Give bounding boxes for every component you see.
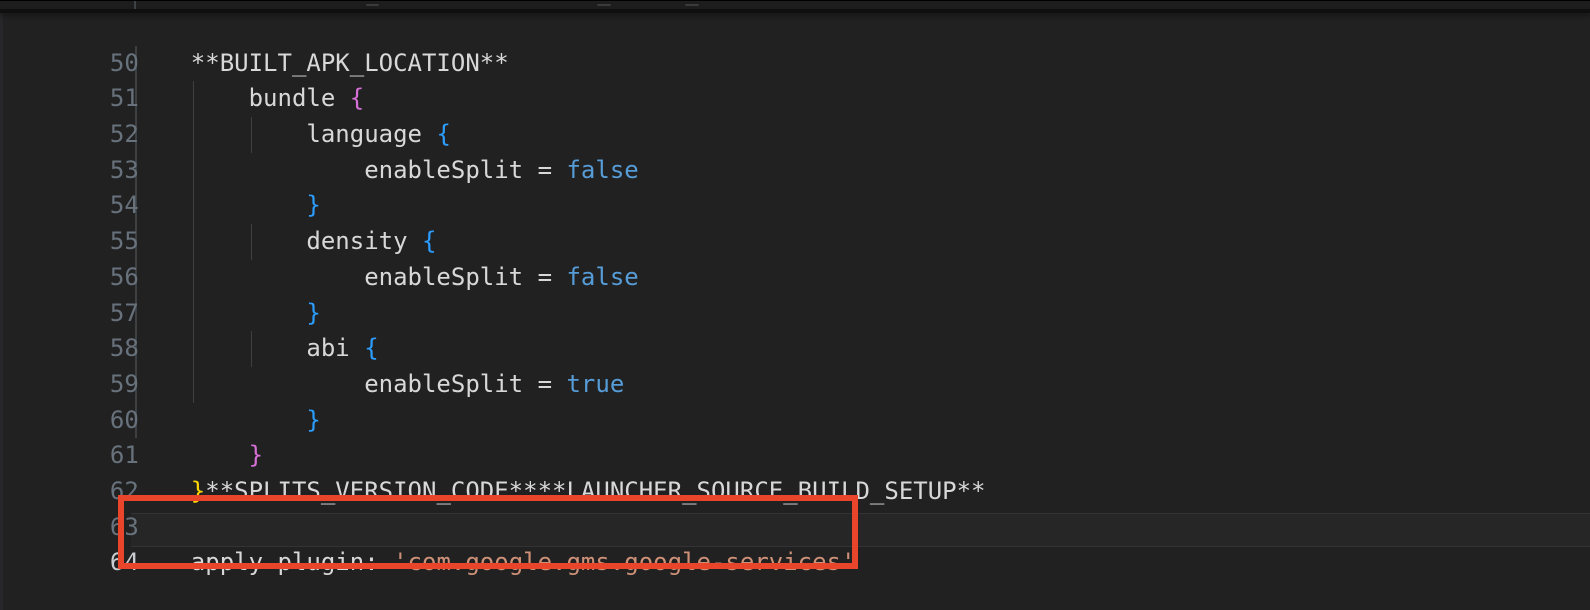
code-token: true bbox=[566, 370, 624, 398]
code-token: } bbox=[249, 441, 263, 469]
code-token: } bbox=[306, 299, 320, 327]
code-line-text[interactable]: bundle { bbox=[191, 81, 364, 117]
code-line-text[interactable]: density { bbox=[191, 224, 437, 260]
code-token: { bbox=[364, 334, 378, 362]
code-token: enableSplit = bbox=[191, 263, 567, 291]
line-number[interactable]: 57 bbox=[58, 296, 139, 332]
code-token: } bbox=[306, 191, 320, 219]
code-line-text[interactable]: language { bbox=[191, 117, 451, 153]
line-number[interactable]: 56 bbox=[58, 260, 139, 296]
code-token: abi bbox=[191, 334, 364, 362]
code-line[interactable]: 50**BUILT_APK_LOCATION** bbox=[0, 10, 1590, 46]
code-token: language bbox=[191, 120, 437, 148]
top-strip bbox=[0, 0, 1590, 9]
cropped-ui-artifact bbox=[366, 4, 379, 6]
code-line-text[interactable]: } bbox=[191, 296, 321, 332]
code-token bbox=[191, 191, 307, 219]
code-token: density bbox=[191, 227, 422, 255]
code-token: enableSplit = bbox=[191, 156, 567, 184]
code-line-text[interactable]: abi { bbox=[191, 331, 379, 367]
line-number[interactable]: 50 bbox=[58, 46, 139, 82]
code-token: enableSplit = bbox=[191, 370, 567, 398]
code-token: { bbox=[422, 227, 436, 255]
code-token bbox=[191, 406, 307, 434]
cropped-ui-artifact bbox=[597, 4, 611, 6]
annotation-highlight-box bbox=[118, 495, 858, 569]
code-line-text[interactable]: enableSplit = false bbox=[191, 153, 639, 189]
code-line-text[interactable]: } bbox=[191, 188, 321, 224]
code-token: { bbox=[350, 84, 364, 112]
code-line-text[interactable]: **BUILT_APK_LOCATION** bbox=[191, 46, 509, 82]
code-area[interactable]: 50**BUILT_APK_LOCATION** 51 bundle { 52 … bbox=[0, 0, 1590, 545]
code-line-text[interactable]: } bbox=[191, 403, 321, 439]
top-seam-divider bbox=[0, 9, 1590, 13]
line-number[interactable]: 58 bbox=[58, 331, 139, 367]
cropped-ui-artifact bbox=[685, 4, 699, 6]
line-number[interactable]: 55 bbox=[58, 224, 139, 260]
code-token: false bbox=[566, 156, 638, 184]
line-number[interactable]: 60 bbox=[58, 403, 139, 439]
code-line-text[interactable]: } bbox=[191, 438, 263, 474]
left-edge-border bbox=[0, 0, 3, 610]
code-token: bundle bbox=[191, 84, 350, 112]
code-token bbox=[191, 299, 307, 327]
code-token: } bbox=[306, 406, 320, 434]
line-number[interactable]: 61 bbox=[58, 438, 139, 474]
editor-window: 50**BUILT_APK_LOCATION** 51 bundle { 52 … bbox=[0, 0, 1590, 610]
code-token: false bbox=[566, 263, 638, 291]
line-number[interactable]: 59 bbox=[58, 367, 139, 403]
line-number[interactable]: 53 bbox=[58, 153, 139, 189]
code-line-text[interactable]: enableSplit = false bbox=[191, 260, 639, 296]
line-number[interactable]: 51 bbox=[58, 81, 139, 117]
code-line-text[interactable]: enableSplit = true bbox=[191, 367, 624, 403]
line-number[interactable]: 52 bbox=[58, 117, 139, 153]
code-token bbox=[191, 441, 249, 469]
line-number[interactable]: 54 bbox=[58, 188, 139, 224]
code-token: **BUILT_APK_LOCATION** bbox=[191, 49, 509, 77]
code-token: { bbox=[436, 120, 450, 148]
